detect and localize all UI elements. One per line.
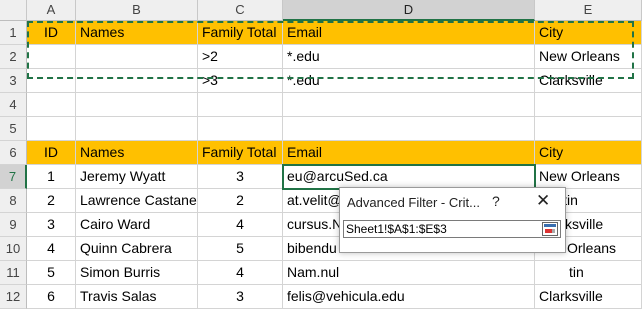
cell[interactable]: 5	[198, 237, 283, 261]
cell[interactable]: New Orleans	[535, 165, 642, 189]
criteria-range-value: Sheet1!$A$1:$E$3	[346, 222, 447, 236]
cell[interactable]: Family Total	[198, 141, 283, 165]
cell[interactable]: 4	[198, 261, 283, 285]
row-number[interactable]: 10	[0, 237, 27, 261]
cell[interactable]	[535, 93, 642, 117]
cell[interactable]	[198, 93, 283, 117]
cell[interactable]: 4	[27, 237, 76, 261]
row-number[interactable]: 9	[0, 213, 27, 237]
cell[interactable]: Jeremy Wyatt	[76, 165, 198, 189]
table-row: 11 5 Simon Burris 4 Nam.nul tin	[0, 261, 642, 285]
cell[interactable]: Travis Salas	[76, 285, 198, 309]
select-all-corner[interactable]	[0, 0, 27, 21]
cell[interactable]	[535, 117, 642, 141]
cell[interactable]: Lawrence Castaneda	[76, 189, 198, 213]
cell[interactable]	[283, 93, 535, 117]
cell[interactable]: 2	[198, 189, 283, 213]
cell[interactable]: 3	[27, 213, 76, 237]
cell[interactable]: Clarksville	[535, 285, 642, 309]
cell[interactable]: Cairo Ward	[76, 213, 198, 237]
column-header-c[interactable]: C	[198, 0, 283, 21]
cell[interactable]: felis@vehicula.edu	[283, 285, 535, 309]
cell[interactable]	[27, 93, 76, 117]
cell[interactable]	[76, 93, 198, 117]
dialog-title: Advanced Filter - Crit...	[347, 195, 480, 210]
cell[interactable]: Nam.nul	[283, 261, 535, 285]
row-number[interactable]: 8	[0, 189, 27, 213]
cell[interactable]: 3	[198, 165, 283, 189]
empty-row: 4	[0, 93, 642, 117]
cell[interactable]: Simon Burris	[76, 261, 198, 285]
cell[interactable]: Email	[283, 141, 535, 165]
cell[interactable]	[76, 117, 198, 141]
cell[interactable]: 5	[27, 261, 76, 285]
table-header-row: 6 ID Names Family Total Email City	[0, 141, 642, 165]
help-button[interactable]: ?	[492, 193, 500, 209]
criteria-range-marquee	[27, 21, 634, 79]
cell[interactable]: 3	[198, 285, 283, 309]
cell[interactable]: ID	[27, 141, 76, 165]
row-number[interactable]: 1	[0, 21, 27, 45]
row-number[interactable]: 11	[0, 261, 27, 285]
column-header-b[interactable]: B	[76, 0, 198, 21]
cell[interactable]: Quinn Cabrera	[76, 237, 198, 261]
close-button[interactable]: ✕	[536, 191, 550, 211]
row-number[interactable]: 12	[0, 285, 27, 309]
row-number[interactable]: 2	[0, 45, 27, 69]
cell[interactable]	[27, 117, 76, 141]
cell[interactable]: Names	[76, 141, 198, 165]
criteria-range-input[interactable]: Sheet1!$A$1:$E$3	[343, 220, 561, 238]
advanced-filter-dialog: Advanced Filter - Crit... ? ✕ Sheet1!$A$…	[339, 187, 566, 253]
expand-dialog-icon[interactable]	[542, 222, 558, 236]
cell[interactable]: 2	[27, 189, 76, 213]
column-header-a[interactable]: A	[27, 0, 76, 21]
cell[interactable]	[283, 117, 535, 141]
cell[interactable]: tin	[535, 261, 642, 285]
cell[interactable]: 1	[27, 165, 76, 189]
row-number[interactable]: 7	[0, 165, 27, 189]
table-row: 12 6 Travis Salas 3 felis@vehicula.edu C…	[0, 285, 642, 309]
empty-row: 5	[0, 117, 642, 141]
cell[interactable]: 4	[198, 213, 283, 237]
row-number[interactable]: 5	[0, 117, 27, 141]
cell[interactable]: 6	[27, 285, 76, 309]
row-number[interactable]: 3	[0, 69, 27, 93]
cell[interactable]: City	[535, 141, 642, 165]
cell[interactable]	[198, 117, 283, 141]
column-header-e[interactable]: E	[535, 0, 642, 21]
column-header-d[interactable]: D	[283, 0, 535, 21]
row-number[interactable]: 4	[0, 93, 27, 117]
row-number[interactable]: 6	[0, 141, 27, 165]
